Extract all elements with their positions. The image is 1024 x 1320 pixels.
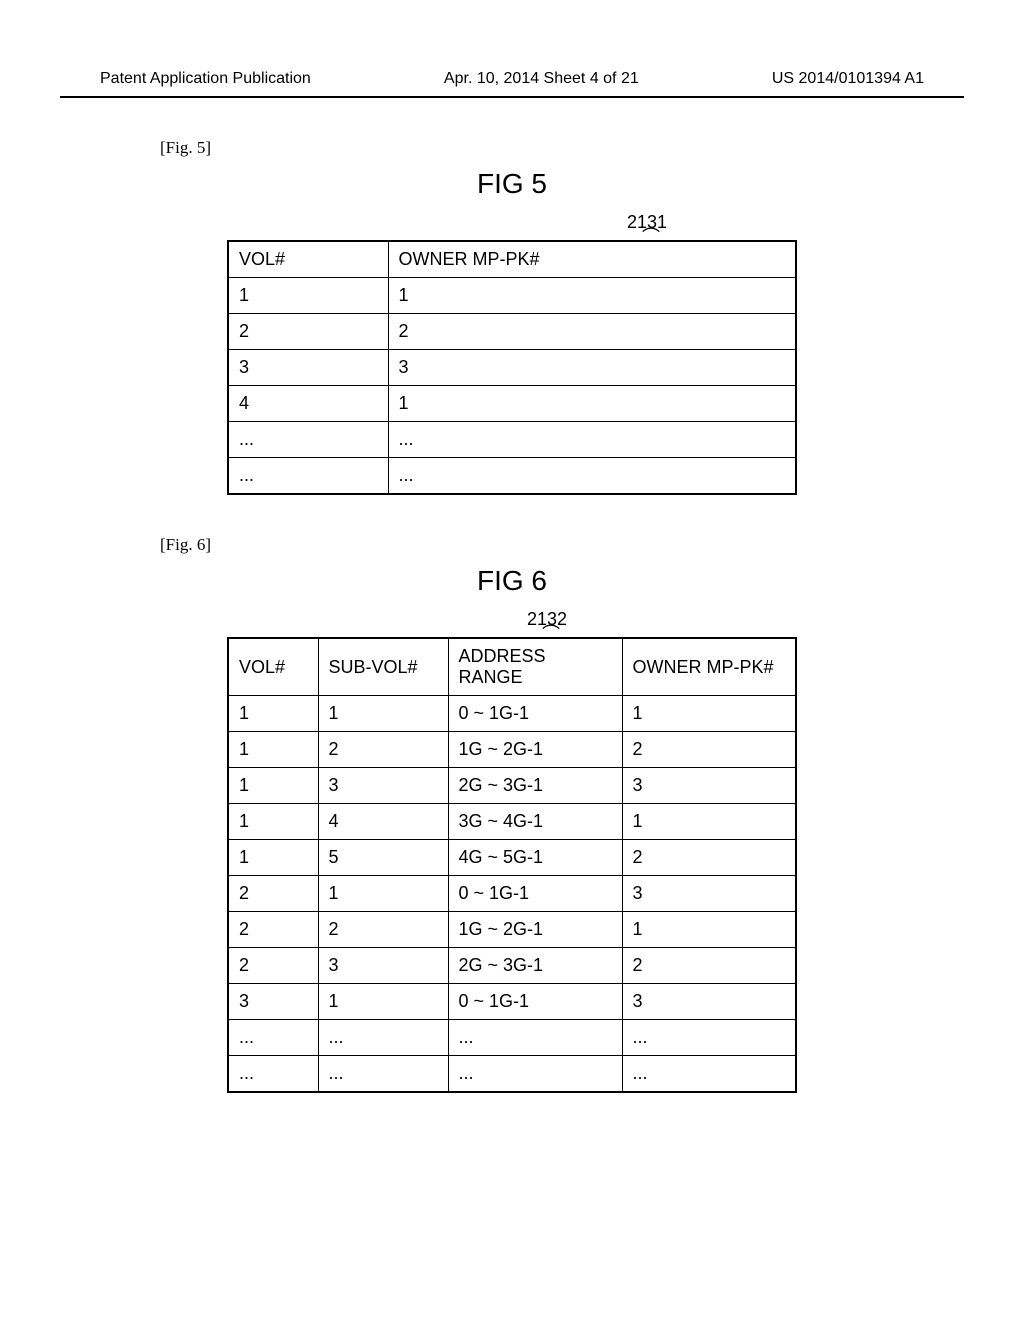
cell: 1	[622, 912, 796, 948]
col-address-range: ADDRESS RANGE	[448, 638, 622, 696]
cell: ...	[228, 458, 388, 495]
table-row: 22	[228, 314, 796, 350]
fig6-table: VOL# SUB-VOL# ADDRESS RANGE OWNER MP-PK#…	[227, 637, 797, 1093]
cell: 1	[622, 804, 796, 840]
cell: 1	[228, 732, 318, 768]
fig6-caption-label: [Fig. 6]	[160, 535, 964, 555]
cell: 3	[318, 768, 448, 804]
cell: 3	[228, 350, 388, 386]
fig5-diagram: 2131 ⌒ VOL# OWNER MP-PK# 11 22 33 41 ...…	[227, 240, 797, 495]
cell: 2	[622, 840, 796, 876]
cell: 4	[318, 804, 448, 840]
table-row: ............	[228, 1056, 796, 1093]
cell: ...	[318, 1056, 448, 1093]
cell: ...	[318, 1020, 448, 1056]
header-pub-number: US 2014/0101394 A1	[772, 70, 924, 88]
cell: 0 ~ 1G-1	[448, 984, 622, 1020]
table-row: ......	[228, 458, 796, 495]
col-vol: VOL#	[228, 241, 388, 278]
cell: ...	[448, 1056, 622, 1093]
cell: ...	[228, 1020, 318, 1056]
table-row: 33	[228, 350, 796, 386]
col-owner-mppk: OWNER MP-PK#	[388, 241, 796, 278]
cell: 2G ~ 3G-1	[448, 948, 622, 984]
cell: 3	[622, 984, 796, 1020]
table-row: 221G ~ 2G-11	[228, 912, 796, 948]
col-owner-mppk: OWNER MP-PK#	[622, 638, 796, 696]
table-row: 11	[228, 278, 796, 314]
cell: 3	[388, 350, 796, 386]
cell: 3	[318, 948, 448, 984]
cell: 3G ~ 4G-1	[448, 804, 622, 840]
table-row: 310 ~ 1G-13	[228, 984, 796, 1020]
cell: 1G ~ 2G-1	[448, 732, 622, 768]
fig5-caption-label: [Fig. 5]	[160, 138, 964, 158]
cell: 0 ~ 1G-1	[448, 876, 622, 912]
cell: 2	[388, 314, 796, 350]
cell: 1	[228, 768, 318, 804]
cell: 3	[622, 876, 796, 912]
cell: 2	[228, 948, 318, 984]
cell: 1	[228, 804, 318, 840]
cell: 3	[228, 984, 318, 1020]
cell: 1G ~ 2G-1	[448, 912, 622, 948]
cell: ...	[228, 422, 388, 458]
table-row: 121G ~ 2G-12	[228, 732, 796, 768]
fig6-title: FIG 6	[60, 565, 964, 597]
cell: 5	[318, 840, 448, 876]
col-vol: VOL#	[228, 638, 318, 696]
table-row: 41	[228, 386, 796, 422]
cell: 2	[318, 732, 448, 768]
fig5-table: VOL# OWNER MP-PK# 11 22 33 41 ...... ...…	[227, 240, 797, 495]
cell: 2	[622, 948, 796, 984]
fig5-reference-leader-icon: ⌒	[642, 232, 660, 242]
cell: 1	[318, 696, 448, 732]
table-row: 154G ~ 5G-12	[228, 840, 796, 876]
cell: 1	[318, 984, 448, 1020]
cell: ...	[622, 1020, 796, 1056]
fig6-reference-leader-icon: ⌒	[542, 629, 560, 639]
table-row: ............	[228, 1020, 796, 1056]
cell: 1	[228, 840, 318, 876]
cell: 1	[228, 278, 388, 314]
cell: ...	[388, 422, 796, 458]
cell: 2	[622, 732, 796, 768]
cell: 2	[228, 912, 318, 948]
cell: 2	[228, 314, 388, 350]
table-row: 110 ~ 1G-11	[228, 696, 796, 732]
cell: 4	[228, 386, 388, 422]
cell: ...	[228, 1056, 318, 1093]
table-row: 232G ~ 3G-12	[228, 948, 796, 984]
page-header: Patent Application Publication Apr. 10, …	[60, 60, 964, 98]
table-header-row: VOL# SUB-VOL# ADDRESS RANGE OWNER MP-PK#	[228, 638, 796, 696]
col-subvol: SUB-VOL#	[318, 638, 448, 696]
fig5-title: FIG 5	[60, 168, 964, 200]
cell: 1	[318, 876, 448, 912]
fig6-diagram: 2132 ⌒ VOL# SUB-VOL# ADDRESS RANGE OWNER…	[227, 637, 797, 1093]
cell: 2	[318, 912, 448, 948]
table-row: 210 ~ 1G-13	[228, 876, 796, 912]
cell: 4G ~ 5G-1	[448, 840, 622, 876]
cell: 1	[388, 386, 796, 422]
cell: 2G ~ 3G-1	[448, 768, 622, 804]
table-row: 132G ~ 3G-13	[228, 768, 796, 804]
header-date-sheet: Apr. 10, 2014 Sheet 4 of 21	[444, 70, 639, 88]
table-row: 143G ~ 4G-11	[228, 804, 796, 840]
cell: ...	[448, 1020, 622, 1056]
table-row: ......	[228, 422, 796, 458]
cell: 3	[622, 768, 796, 804]
cell: ...	[388, 458, 796, 495]
cell: 1	[388, 278, 796, 314]
cell: ...	[622, 1056, 796, 1093]
table-header-row: VOL# OWNER MP-PK#	[228, 241, 796, 278]
cell: 1	[622, 696, 796, 732]
cell: 1	[228, 696, 318, 732]
cell: 0 ~ 1G-1	[448, 696, 622, 732]
cell: 2	[228, 876, 318, 912]
header-publication: Patent Application Publication	[100, 70, 311, 88]
